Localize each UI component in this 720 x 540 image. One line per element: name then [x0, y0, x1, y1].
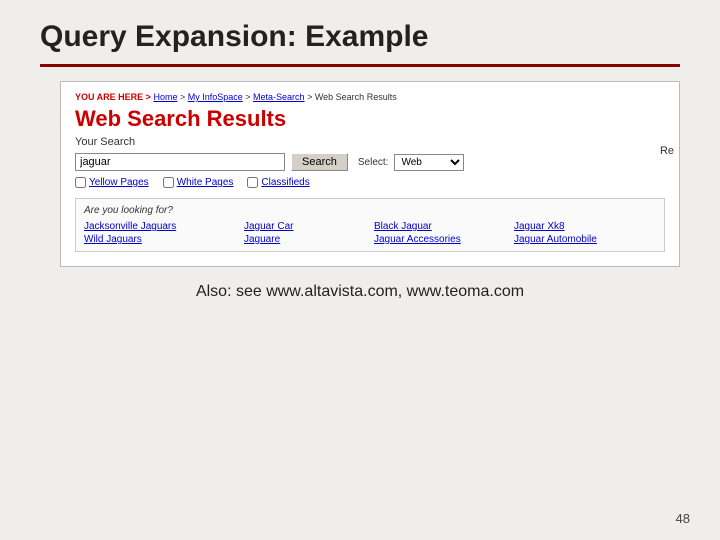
checkbox-classifieds-input[interactable]: [247, 177, 258, 188]
checkbox-yellow-pages[interactable]: Yellow Pages: [75, 177, 149, 188]
classifieds-link[interactable]: Classifieds: [261, 177, 309, 188]
search-input[interactable]: [75, 153, 285, 171]
suggestion-jaguar-automobile[interactable]: Jaguar Automobile: [514, 234, 654, 245]
search-button[interactable]: Search: [291, 153, 348, 171]
suggestion-jaguar-car[interactable]: Jaguar Car: [244, 221, 374, 232]
web-search-results-title: Web Search Results: [75, 106, 665, 132]
also-text-content: Also: see www.altavista.com, www.teoma.c…: [196, 283, 524, 300]
you-are-here-label: YOU ARE HERE >: [75, 92, 151, 102]
breadcrumb-metasearch[interactable]: Meta-Search: [253, 92, 305, 102]
breadcrumb-myinfospace[interactable]: My InfoSpace: [188, 92, 243, 102]
re-label: Re: [660, 145, 674, 157]
suggestion-black-jaguar[interactable]: Black Jaguar: [374, 221, 514, 232]
slide-title: Query Expansion: Example: [40, 20, 680, 54]
breadcrumb: YOU ARE HERE > Home > My InfoSpace > Met…: [75, 92, 665, 102]
yellow-pages-link[interactable]: Yellow Pages: [89, 177, 149, 188]
white-pages-link[interactable]: White Pages: [177, 177, 234, 188]
breadcrumb-websearchresults: Web Search Results: [315, 92, 397, 102]
checkbox-classifieds[interactable]: Classifieds: [247, 177, 309, 188]
looking-for-section: Are you looking for? Jacksonville Jaguar…: [75, 198, 665, 252]
page-number: 48: [676, 511, 690, 526]
suggestion-jaguar-xk8[interactable]: Jaguar Xk8: [514, 221, 654, 232]
checkbox-white-pages[interactable]: White Pages: [163, 177, 234, 188]
checkboxes-row: Yellow Pages White Pages Classifieds: [75, 177, 665, 188]
looking-for-title: Are you looking for?: [84, 205, 656, 216]
checkbox-white-pages-input[interactable]: [163, 177, 174, 188]
slide-container: Query Expansion: Example YOU ARE HERE > …: [0, 0, 720, 540]
checkbox-yellow-pages-input[interactable]: [75, 177, 86, 188]
browser-box: YOU ARE HERE > Home > My InfoSpace > Met…: [60, 81, 680, 267]
suggestions-grid: Jacksonville Jaguars Jaguar Car Black Ja…: [84, 221, 656, 245]
breadcrumb-home[interactable]: Home: [153, 92, 177, 102]
title-divider: [40, 64, 680, 67]
select-dropdown[interactable]: Web Images News: [394, 154, 464, 171]
suggestion-wild-jaguars[interactable]: Wild Jaguars: [84, 234, 244, 245]
suggestion-jaguar-accessories[interactable]: Jaguar Accessories: [374, 234, 514, 245]
also-text: Also: see www.altavista.com, www.teoma.c…: [40, 283, 680, 301]
your-search-label: Your Search: [75, 136, 665, 148]
search-row: Search Select: Web Images News: [75, 153, 665, 171]
suggestion-jaguare[interactable]: Jaguare: [244, 234, 374, 245]
select-label: Select:: [358, 157, 389, 168]
suggestion-jacksonville-jaguars[interactable]: Jacksonville Jaguars: [84, 221, 244, 232]
